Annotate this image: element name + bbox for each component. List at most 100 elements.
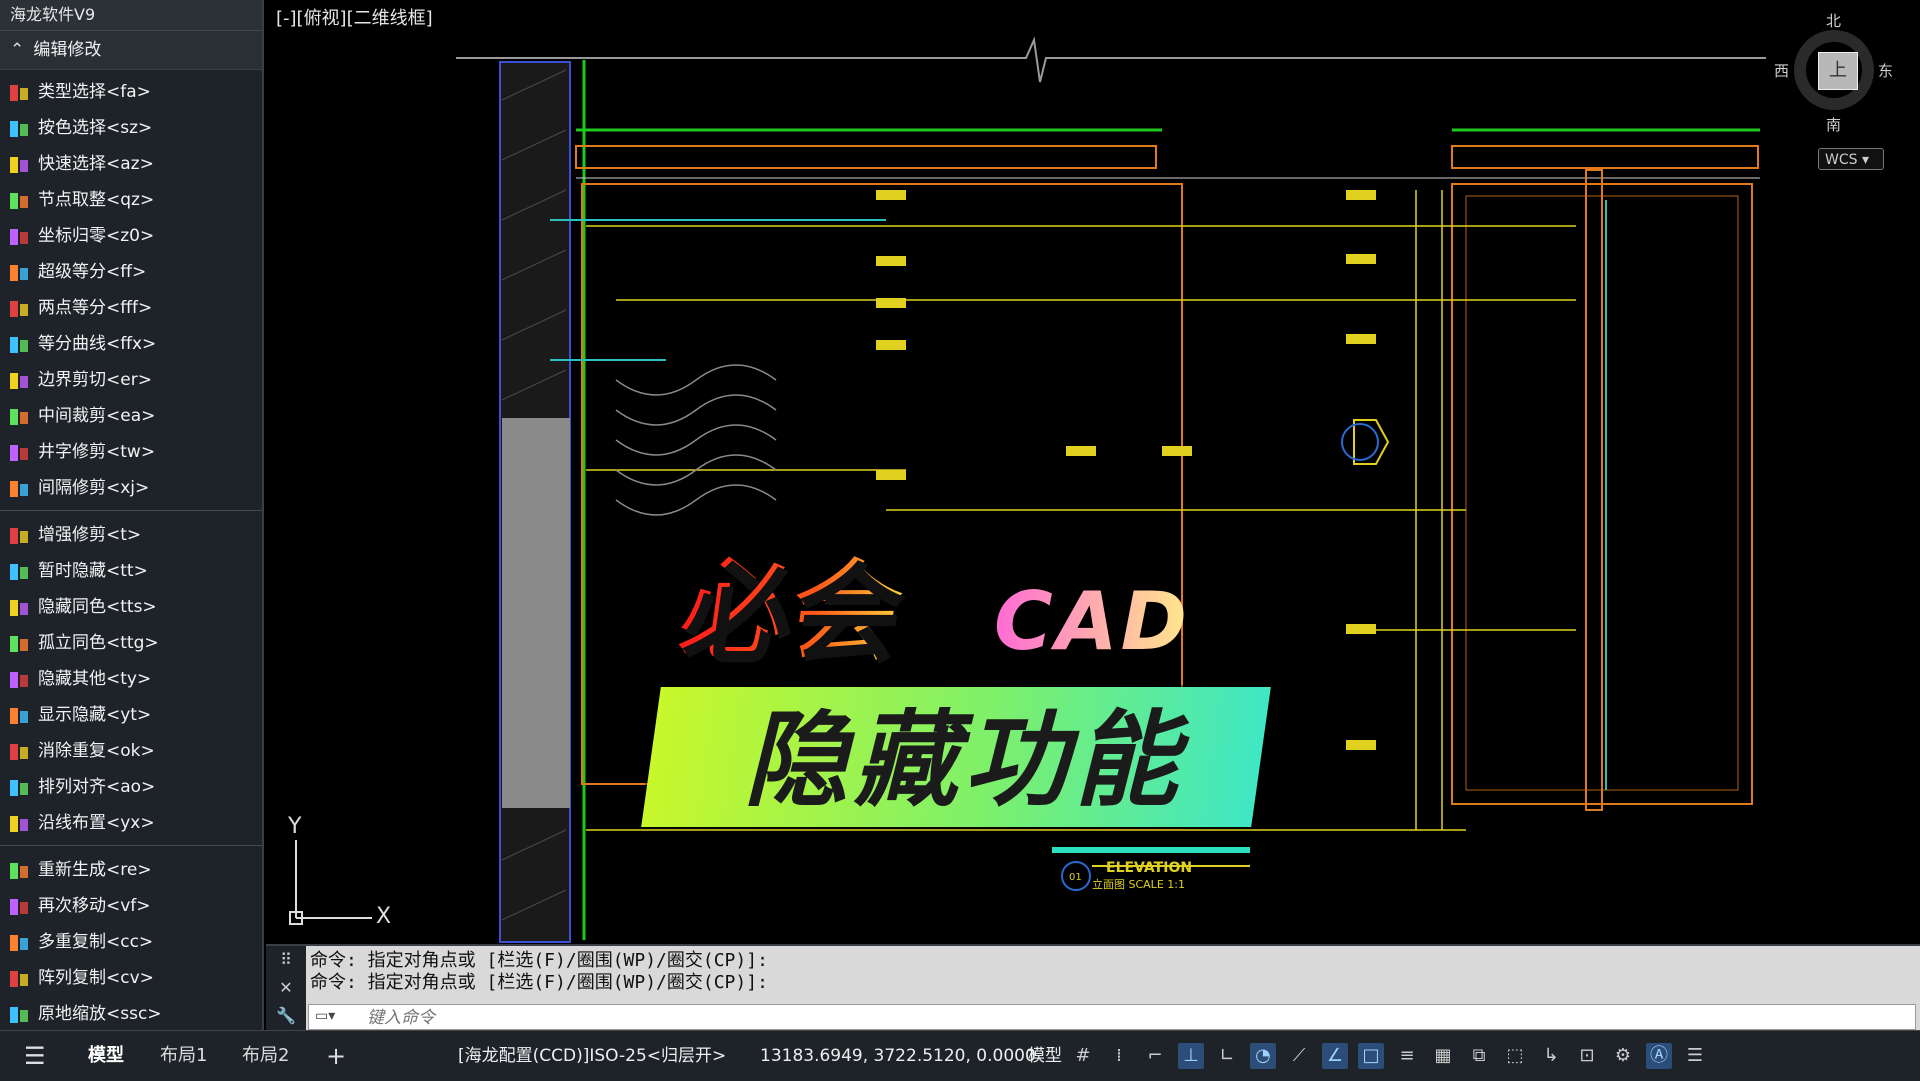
sidebar-item[interactable]: 间隔修剪<xj>	[0, 470, 262, 506]
sidebar-item-label: 消除重复<ok>	[38, 741, 155, 761]
sidebar-item[interactable]: 隐藏其他<ty>	[0, 661, 262, 697]
wrench-icon[interactable]: 🔧	[266, 1002, 306, 1030]
view-cube-face[interactable]: 上	[1818, 52, 1858, 90]
view-cube[interactable]: 上 北 南 东 西	[1774, 10, 1894, 140]
sidebar-item[interactable]: 按色选择<sz>	[0, 110, 262, 146]
wcs-dropdown[interactable]: WCS ▾	[1818, 148, 1884, 170]
object-track-icon[interactable]: ∠	[1322, 1043, 1348, 1069]
command-controls: ⠿ ✕ 🔧	[266, 946, 306, 1032]
wcs-label: WCS	[1825, 152, 1858, 168]
chevron-up-icon: ⌃	[10, 40, 25, 60]
grid-trim-icon	[8, 441, 30, 463]
model-space-button[interactable]: 模型	[1028, 1039, 1062, 1073]
show-hidden-icon	[8, 704, 30, 726]
sidebar-item-label: 两点等分<fff>	[38, 298, 153, 318]
sidebar-item[interactable]: 增强修剪<t>	[0, 517, 262, 553]
sidebar-item-label: 隐藏同色<tts>	[38, 597, 157, 617]
3d-osnap-icon[interactable]: ⬚	[1502, 1043, 1528, 1069]
sidebar-item[interactable]: 超级等分<ff>	[0, 254, 262, 290]
lineweight-icon[interactable]: ≡	[1394, 1043, 1420, 1069]
sidebar-item-label: 快速选择<az>	[38, 154, 154, 174]
drawing-viewport[interactable]: [-][俯视][二维线框] ELEVATION 立面图 SCALE 1:1 01…	[266, 0, 1920, 944]
ucs-x-label: X	[376, 904, 392, 929]
tab-layout2[interactable]: 布局2	[242, 1039, 289, 1073]
sidebar-item[interactable]: 再次移动<vf>	[0, 888, 262, 924]
overlay-line2: CAD	[994, 575, 1191, 668]
compass-east[interactable]: 东	[1878, 60, 1893, 81]
history-line: 命令: 指定对角点或 [栏选(F)/圈围(WP)/圈交(CP)]:	[310, 972, 768, 993]
menu-separator	[0, 845, 262, 846]
sidebar-item[interactable]: 类型选择<fa>	[0, 74, 262, 110]
polar-icon[interactable]: ◔	[1250, 1043, 1276, 1069]
sidebar-item[interactable]: 沿线布置<yx>	[0, 805, 262, 841]
drag-handle-icon[interactable]: ⠿	[266, 946, 306, 974]
interval-trim-icon	[8, 477, 30, 499]
sidebar-item[interactable]: 显示隐藏<yt>	[0, 697, 262, 733]
sidebar-item-label: 增强修剪<t>	[38, 525, 142, 545]
transparency-icon[interactable]: ▦	[1430, 1043, 1456, 1069]
sidebar-item[interactable]: 排列对齐<ao>	[0, 769, 262, 805]
workspace-icon[interactable]: ⚙	[1610, 1043, 1636, 1069]
selection-cycling-icon[interactable]: ⧉	[1466, 1043, 1492, 1069]
sidebar-item-label: 沿线布置<yx>	[38, 813, 155, 833]
boundary-trim-icon	[8, 369, 30, 391]
sidebar-item-label: 按色选择<sz>	[38, 118, 153, 138]
sidebar-item[interactable]: 暂时隐藏<tt>	[0, 553, 262, 589]
compass-north[interactable]: 北	[1826, 10, 1841, 31]
ucs-toggle-icon[interactable]: ↳	[1538, 1043, 1564, 1069]
menu-separator	[0, 510, 262, 511]
sidebar-item[interactable]: 重新生成<re>	[0, 852, 262, 888]
ortho-icon[interactable]: ∟	[1214, 1043, 1240, 1069]
sidebar-item-label: 显示隐藏<yt>	[38, 705, 152, 725]
elevation-title: ELEVATION	[1106, 860, 1192, 876]
elevation-sub: 立面图 SCALE 1:1	[1092, 877, 1185, 891]
sidebar-item[interactable]: 阵列复制<cv>	[0, 960, 262, 996]
sidebar-item[interactable]: 两点等分<fff>	[0, 290, 262, 326]
sidebar-item-label: 隐藏其他<ty>	[38, 669, 152, 689]
sidebar-item-label: 排列对齐<ao>	[38, 777, 156, 797]
tab-model[interactable]: 模型	[88, 1039, 124, 1073]
hide-others-icon	[8, 668, 30, 690]
compass-south[interactable]: 南	[1826, 114, 1841, 135]
move-again-icon	[8, 895, 30, 917]
command-input[interactable]	[365, 1006, 1269, 1030]
annotation-scale-icon[interactable]: ⊡	[1574, 1043, 1600, 1069]
command-prompt-icon[interactable]: ▭▾	[315, 1008, 345, 1026]
sidebar-item[interactable]: 隐藏同色<tts>	[0, 589, 262, 625]
sidebar-item-label: 孤立同色<ttg>	[38, 633, 159, 653]
group-header-edit[interactable]: ⌃ 编辑修改	[0, 31, 262, 70]
ucs-icon: Y X	[286, 814, 396, 930]
dynamic-input-icon[interactable]: ⊥	[1178, 1043, 1204, 1069]
tab-layout1[interactable]: 布局1	[160, 1039, 207, 1073]
enhanced-trim-icon	[8, 524, 30, 546]
sidebar-item[interactable]: 等分曲线<ffx>	[0, 326, 262, 362]
sidebar-item-label: 类型选择<fa>	[38, 82, 151, 102]
sidebar-item[interactable]: 边界剪切<er>	[0, 362, 262, 398]
compass-west[interactable]: 西	[1774, 60, 1789, 81]
hamburger-menu-icon[interactable]: ☰	[24, 1039, 46, 1073]
sidebar-item[interactable]: 中间裁剪<ea>	[0, 398, 262, 434]
isodraft-icon[interactable]: ⟋	[1286, 1043, 1312, 1069]
close-icon[interactable]: ✕	[266, 974, 306, 1002]
sidebar-item[interactable]: 快速选择<az>	[0, 146, 262, 182]
infer-icon[interactable]: ⌐	[1142, 1043, 1168, 1069]
object-snap-icon[interactable]: □	[1358, 1043, 1384, 1069]
coordinates-readout: 13183.6949, 3722.5120, 0.0000	[760, 1046, 1036, 1066]
sidebar-item[interactable]: 井字修剪<tw>	[0, 434, 262, 470]
customize-menu-icon[interactable]: ☰	[1682, 1043, 1708, 1069]
sidebar-item-label: 超级等分<ff>	[38, 262, 147, 282]
add-layout-icon[interactable]: +	[326, 1039, 346, 1073]
sidebar-item[interactable]: 消除重复<ok>	[0, 733, 262, 769]
annotation-monitor-icon[interactable]: Ⓐ	[1646, 1043, 1672, 1069]
sidebar-item[interactable]: 节点取整<qz>	[0, 182, 262, 218]
sidebar-item-label: 再次移动<vf>	[38, 896, 151, 916]
sidebar-item[interactable]: 坐标归零<z0>	[0, 218, 262, 254]
sidebar-item-label: 坐标归零<z0>	[38, 226, 155, 246]
command-line[interactable]: ▭▾	[308, 1004, 1916, 1030]
grid-icon[interactable]: #	[1070, 1043, 1096, 1069]
sidebar-item[interactable]: 多重复制<cc>	[0, 924, 262, 960]
config-status[interactable]: [海龙配置(CCD)]ISO-25<归层开>	[458, 1039, 726, 1073]
snap-icon[interactable]: ⁞	[1106, 1043, 1132, 1069]
sidebar-item[interactable]: 原地缩放<ssc>	[0, 996, 262, 1030]
sidebar-item[interactable]: 孤立同色<ttg>	[0, 625, 262, 661]
